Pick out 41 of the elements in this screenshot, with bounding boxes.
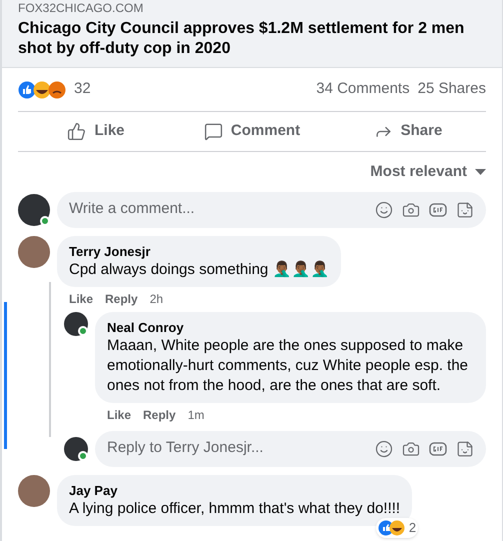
comment-time: 2h — [150, 290, 164, 308]
reply-link[interactable]: Reply — [105, 290, 138, 308]
like-link[interactable]: Like — [107, 406, 132, 424]
avatar-photo[interactable] — [64, 312, 88, 336]
comment-text: Cpd always doings something 🤦🏾‍♂🤦🏾‍♂🤦🏾‍♂ — [69, 260, 330, 280]
comment-author[interactable]: Jay Pay — [69, 482, 400, 498]
link-source: FOX32CHICAGO.COM — [18, 1, 144, 15]
comment-input-field[interactable]: Reply to Terry Jonesjr... — [95, 430, 486, 466]
comment-author[interactable]: Neal Conroy — [107, 318, 474, 336]
comment-text: Maaan, White people are the ones supposed to make emotionally-hurt comments, cuz White people esp. the ones not from the hood, are the ones that are soft. — [107, 336, 470, 396]
comment-time: 1m — [188, 406, 204, 424]
link-preview-card[interactable]: FOX32CHICAGO.COM Chicago City Council approves $1.2M settlement for 2 men shot by off-duty cop in 2020 — [2, 0, 502, 68]
comment-text: A lying police officer, hmmm that's what they do!!!! — [69, 498, 400, 518]
reaction-count[interactable]: 32 — [74, 78, 91, 101]
sticker-icon[interactable] — [456, 200, 474, 218]
thumbs-up-icon — [67, 122, 86, 141]
camera-icon[interactable] — [402, 200, 420, 218]
comment-author[interactable]: Terry Jonesjr — [69, 242, 330, 260]
emoji-icon[interactable] — [375, 200, 393, 218]
like-link[interactable]: Like — [69, 290, 94, 308]
gif-icon[interactable] — [429, 442, 447, 456]
caret-icon — [475, 169, 486, 176]
sticker-icon[interactable] — [456, 440, 474, 458]
comments-count[interactable]: 34 Comments — [316, 78, 410, 101]
avatar-photo[interactable] — [64, 436, 88, 460]
avatar-photo[interactable] — [18, 194, 50, 226]
shares-count[interactable]: 25 Shares — [418, 78, 486, 101]
camera-icon[interactable] — [402, 440, 420, 458]
reaction-icons — [378, 520, 406, 536]
share-button[interactable]: Share — [330, 112, 486, 151]
sort-dropdown[interactable]: Most relevant — [370, 161, 486, 184]
reply-link[interactable]: Reply — [143, 406, 176, 424]
speech-bubble-icon — [204, 122, 223, 141]
comment-reactions[interactable]: 2 — [376, 518, 418, 538]
comment-button[interactable]: Comment — [174, 112, 330, 151]
like-button[interactable]: Like — [18, 112, 174, 151]
reaction-icons[interactable] — [18, 80, 66, 98]
comment-input-field[interactable]: Write a comment... — [57, 192, 486, 228]
link-headline: Chicago City Council approves $1.2M settlement for 2 men shot by off-duty cop in 2020 — [18, 19, 466, 59]
gif-icon[interactable] — [429, 202, 447, 216]
emoji-icon[interactable] — [375, 440, 393, 458]
